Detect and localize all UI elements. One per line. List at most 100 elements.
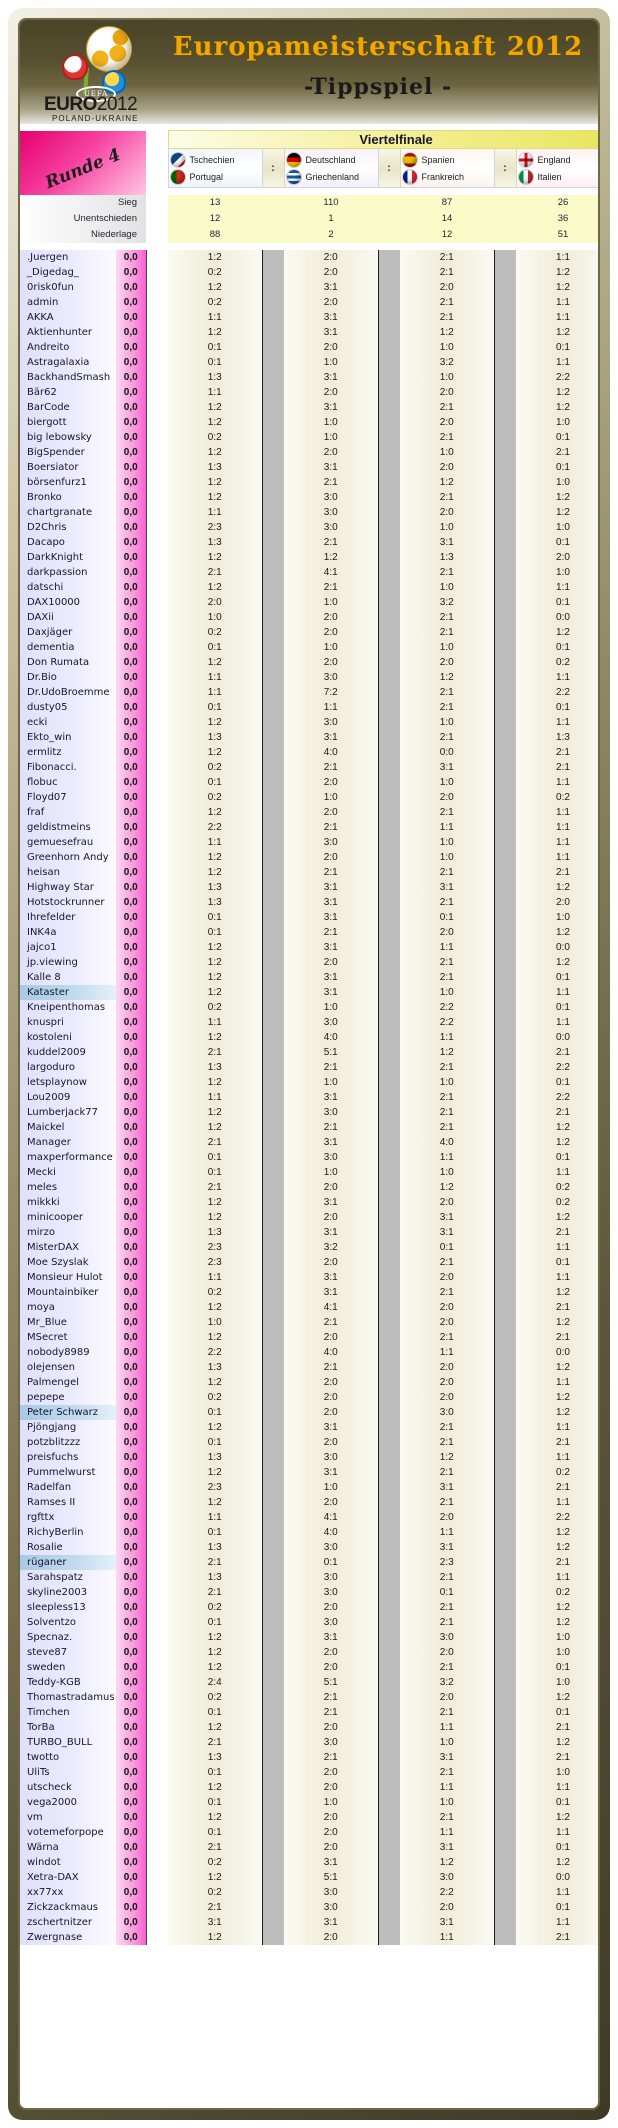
player-name[interactable]: Manager [20,1135,116,1150]
player-name[interactable]: big lebowsky [20,430,116,445]
player-name[interactable]: flobuc [20,775,116,790]
player-name[interactable]: 0risk0fun [20,280,116,295]
table-row[interactable]: Manager0,02:13:14:01:2 [20,1135,600,1150]
player-name[interactable]: Highway Star [20,880,116,895]
player-name[interactable]: mirzo [20,1225,116,1240]
player-name[interactable]: admin [20,295,116,310]
player-name[interactable]: votemeforpope [20,1825,116,1840]
player-name[interactable]: sleepless13 [20,1600,116,1615]
table-row[interactable]: Daxjäger0,00:22:02:11:2 [20,625,600,640]
table-row[interactable]: Greenhorn Andy0,01:22:01:01:1 [20,850,600,865]
player-name[interactable]: Moe Szyslak [20,1255,116,1270]
player-name[interactable]: DAX10000 [20,595,116,610]
player-name[interactable]: Kalle 8 [20,970,116,985]
player-name[interactable]: olejensen [20,1360,116,1375]
player-name[interactable]: geldistmeins [20,820,116,835]
player-name[interactable]: nobody8989 [20,1345,116,1360]
match-card-1[interactable]: Deutschland Griechenland [284,149,378,188]
table-row[interactable]: dementia0,00:11:01:00:1 [20,640,600,655]
player-name[interactable]: Daxjäger [20,625,116,640]
player-name[interactable]: mikkki [20,1195,116,1210]
table-row[interactable]: Kneipenthomas0,00:21:02:20:1 [20,1000,600,1015]
player-name[interactable]: utscheck [20,1780,116,1795]
player-name[interactable]: Timchen [20,1705,116,1720]
table-row[interactable]: sleepless130,00:22:02:11:2 [20,1600,600,1615]
player-name[interactable]: Mecki [20,1165,116,1180]
player-name[interactable]: Bronko [20,490,116,505]
player-name[interactable]: Mr_Blue [20,1315,116,1330]
player-name[interactable]: pepepe [20,1390,116,1405]
table-row[interactable]: Thomastradamus0,00:22:12:01:2 [20,1690,600,1705]
table-row[interactable]: zschertnitzer0,03:13:13:11:1 [20,1915,600,1930]
table-row[interactable]: MisterDAX0,02:33:20:11:1 [20,1240,600,1255]
player-name[interactable]: .Juergen [20,250,116,265]
table-row[interactable]: BigSpender0,01:22:01:02:1 [20,445,600,460]
player-name[interactable]: sweden [20,1660,116,1675]
player-name[interactable]: Ramses II [20,1495,116,1510]
player-name[interactable]: TorBa [20,1720,116,1735]
player-name[interactable]: Andreito [20,340,116,355]
table-row[interactable]: Astragalaxia0,00:11:03:21:1 [20,355,600,370]
player-name[interactable]: MisterDAX [20,1240,116,1255]
table-row[interactable]: preisfuchs0,01:33:01:21:1 [20,1450,600,1465]
player-name[interactable]: Boersiator [20,460,116,475]
player-name[interactable]: börsenfurz1 [20,475,116,490]
table-row[interactable]: datschi0,01:22:11:01:1 [20,580,600,595]
player-name[interactable]: RichyBerlin [20,1525,116,1540]
table-row[interactable]: Teddy-KGB0,02:45:13:21:0 [20,1675,600,1690]
table-row[interactable]: nobody89890,02:24:01:10:0 [20,1345,600,1360]
table-row[interactable]: pepepe0,00:22:02:01:2 [20,1390,600,1405]
player-name[interactable]: jp.viewing [20,955,116,970]
player-name[interactable]: Lumberjack77 [20,1105,116,1120]
table-row[interactable]: BarCode0,01:23:12:11:2 [20,400,600,415]
table-row[interactable]: Dacapo0,01:32:13:10:1 [20,535,600,550]
table-row[interactable]: .Juergen0,01:22:02:11:1 [20,250,600,265]
table-row[interactable]: vega20000,00:11:01:00:1 [20,1795,600,1810]
table-row[interactable]: Maickel0,01:22:12:11:2 [20,1120,600,1135]
table-row[interactable]: Ihrefelder0,00:13:10:11:0 [20,910,600,925]
player-name[interactable]: Dr.UdoBroemme [20,685,116,700]
table-row[interactable]: Lou20090,01:13:12:12:2 [20,1090,600,1105]
table-row[interactable]: rgfttx0,01:14:12:02:2 [20,1510,600,1525]
table-row[interactable]: Lumberjack770,01:23:02:12:1 [20,1105,600,1120]
table-row[interactable]: vm0,01:22:02:11:2 [20,1810,600,1825]
table-row[interactable]: Monsieur Hulot0,01:13:12:01:1 [20,1270,600,1285]
table-row[interactable]: INK4a0,00:12:12:01:2 [20,925,600,940]
player-name[interactable]: _Digedag_ [20,265,116,280]
match-card-0[interactable]: Tschechien Portugal [168,149,262,188]
player-name[interactable]: Hotstockrunner [20,895,116,910]
player-name[interactable]: kuddel2009 [20,1045,116,1060]
table-row[interactable]: dusty050,00:11:12:10:1 [20,700,600,715]
player-name[interactable]: Thomastradamus [20,1690,116,1705]
player-name[interactable]: kostoleni [20,1030,116,1045]
table-row[interactable]: Bronko0,01:23:02:11:2 [20,490,600,505]
player-name[interactable]: UliTs [20,1765,116,1780]
table-row[interactable]: Peter Schwarz0,00:12:03:01:2 [20,1405,600,1420]
player-name[interactable]: Aktienhunter [20,325,116,340]
table-row[interactable]: Radelfan0,02:31:03:12:1 [20,1480,600,1495]
table-row[interactable]: votemeforpope0,00:12:01:11:1 [20,1825,600,1840]
player-name[interactable]: Pummelwurst [20,1465,116,1480]
player-name[interactable]: DarkKnight [20,550,116,565]
table-row[interactable]: Fibonacci.0,00:22:13:12:1 [20,760,600,775]
table-row[interactable]: xx77xx0,00:23:02:21:1 [20,1885,600,1900]
table-row[interactable]: maxperformance0,00:13:01:10:1 [20,1150,600,1165]
match-card-2[interactable]: Spanien Frankreich [400,149,494,188]
player-name[interactable]: MSecret [20,1330,116,1345]
player-name[interactable]: twotto [20,1750,116,1765]
player-name[interactable]: maxperformance [20,1150,116,1165]
player-name[interactable]: ermlitz [20,745,116,760]
table-row[interactable]: mikkki0,01:23:12:00:2 [20,1195,600,1210]
player-name[interactable]: Teddy-KGB [20,1675,116,1690]
player-name[interactable]: BackhandSmash [20,370,116,385]
player-name[interactable]: Zwergnase [20,1930,116,1945]
table-row[interactable]: DarkKnight0,01:21:21:32:0 [20,550,600,565]
player-name[interactable]: knuspri [20,1015,116,1030]
table-row[interactable]: ermlitz0,01:24:00:02:1 [20,745,600,760]
table-row[interactable]: sweden0,01:22:02:10:1 [20,1660,600,1675]
player-name[interactable]: xx77xx [20,1885,116,1900]
table-row[interactable]: fraf0,01:22:02:11:1 [20,805,600,820]
table-row[interactable]: utscheck0,01:22:01:11:1 [20,1780,600,1795]
player-name[interactable]: Astragalaxia [20,355,116,370]
table-row[interactable]: Pummelwurst0,01:23:12:10:2 [20,1465,600,1480]
